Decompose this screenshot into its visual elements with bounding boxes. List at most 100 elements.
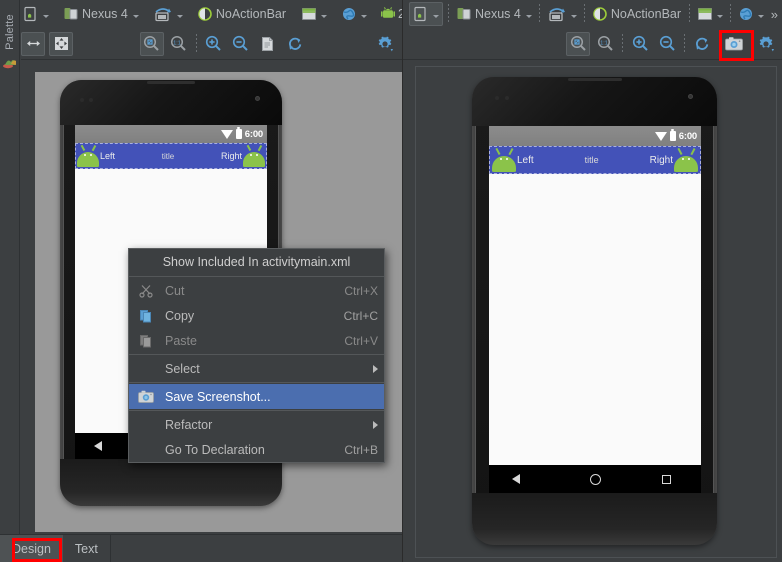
menu-item-save-screenshot[interactable]: Save Screenshot... [129,384,384,409]
zoom-to-fit-button[interactable] [139,31,164,56]
settings-button[interactable] [373,32,397,56]
menu-item-copy-accel: Ctrl+C [343,308,378,323]
zoom-out-icon [232,35,248,51]
tab-design[interactable]: Design [0,535,63,562]
menu-item-select[interactable]: Select [129,356,384,381]
nexus-device-icon [457,8,471,20]
android-robot-icon [381,7,396,18]
menu-item-refactor-label: Refactor [165,417,213,432]
app-action-bar[interactable]: Left title Right [489,146,701,174]
app-action-bar[interactable]: Left title Right [75,143,267,169]
activity-selector[interactable] [299,2,329,26]
snap-to-grid-button[interactable] [49,31,73,56]
theme-selector[interactable]: NoActionBar [195,2,289,26]
chevron-down-icon [525,14,532,18]
menu-item-refactor[interactable]: Refactor [129,412,384,437]
context-menu[interactable]: Show Included In activitymain.xml Cut Ct… [128,248,385,463]
right-toolbar-row-1: Nexus 4 NoActionBar » [403,0,782,28]
tab-text-label: Text [74,541,98,556]
refresh-button[interactable] [283,32,307,56]
refresh-button[interactable] [690,32,714,56]
device-config-icon-button[interactable] [409,2,443,26]
arrows-horizontal-icon [26,40,40,47]
toolbar-separator [538,4,540,24]
chevron-down-icon [321,14,328,18]
menu-item-paste[interactable]: Paste Ctrl+V [129,328,384,353]
device-selector[interactable]: Nexus 4 [61,2,141,26]
device-selector[interactable]: Nexus 4 [454,2,534,26]
nexus-device-icon [64,8,78,20]
zoom-out-button[interactable] [655,32,679,56]
orientation-selector[interactable] [545,2,579,26]
tab-bar-filler [111,535,403,562]
chevron-down-icon [758,14,765,18]
menu-item-go-to-declaration-label: Go To Declaration [165,442,265,457]
toolbar-separator [730,4,732,24]
settings-button[interactable] [754,32,778,56]
back-icon[interactable] [94,440,111,452]
menu-separator [129,382,384,383]
api-level-selector[interactable]: 23 [379,2,403,26]
context-menu-header[interactable]: Show Included In activitymain.xml [129,249,384,275]
action-bar-title-label: title [161,151,175,161]
menu-item-copy[interactable]: Copy Ctrl+C [129,303,384,328]
zoom-in-button[interactable] [202,32,226,56]
zoom-actual-size-button[interactable]: 1:1 [593,32,617,56]
wifi-icon [220,129,233,139]
zoom-1to1-icon: 1:1 [170,35,186,51]
toolbar-separator [583,4,585,24]
context-menu-header-label: Show Included In activitymain.xml [162,255,351,269]
app-content-area[interactable] [489,174,701,465]
save-screenshot-button[interactable] [722,32,746,56]
home-icon[interactable] [589,473,601,485]
menu-item-select-icon-slot [135,361,157,377]
zoom-in-icon [205,35,221,51]
toolbar-overflow-button[interactable]: » [771,7,782,22]
zoom-out-button[interactable] [229,32,253,56]
theme-contrast-icon [198,7,212,21]
toolbar-separator [195,33,197,54]
app-preview-screen-right: 6:00 Left title Right [489,126,701,493]
locale-selector[interactable] [339,2,369,26]
activity-selector[interactable] [695,2,725,26]
left-toolbar-row-2: 1:1 [21,28,403,60]
recents-icon[interactable] [661,474,671,484]
zoom-out-icon [659,35,675,51]
panel-splitter[interactable] [402,0,403,562]
action-bar-right-label: Right [220,151,242,161]
menu-item-go-to-declaration[interactable]: Go To Declaration Ctrl+B [129,437,384,462]
right-design-canvas[interactable]: 6:00 Left title Right [415,66,777,558]
document-button[interactable] [256,32,280,56]
refresh-icon [288,37,301,50]
zoom-1to1-icon: 1:1 [597,35,613,51]
zoom-to-fit-button[interactable] [566,31,590,56]
android-status-bar: 6:00 [489,126,701,146]
chevron-down-icon [717,14,724,18]
theme-selector[interactable]: NoActionBar [590,2,684,26]
menu-item-refactor-icon-slot [135,417,157,433]
action-bar-left-label: Left [100,151,116,161]
svg-text:1:1: 1:1 [173,40,181,46]
camera-icon [725,37,743,51]
menu-item-cut[interactable]: Cut Ctrl+X [129,278,384,303]
tab-design-label: Design [12,541,51,556]
palette-label: Palette [4,14,16,50]
activity-layout-icon [698,8,712,20]
zoom-actual-size-button[interactable]: 1:1 [167,32,191,56]
back-icon[interactable] [511,473,529,485]
zoom-in-button[interactable] [628,32,652,56]
globe-icon [740,8,753,20]
chevron-down-icon [361,14,368,18]
device-screen-icon [414,6,426,22]
svg-text:1:1: 1:1 [600,40,608,46]
right-toolbar-row-2: 1:1 [403,28,782,60]
tab-text[interactable]: Text [63,535,110,562]
palette-rail[interactable]: Palette [0,0,20,562]
theme-selector-label: NoActionBar [215,7,287,21]
locale-selector[interactable] [736,2,766,26]
distribute-horizontal-button[interactable] [21,31,45,56]
orientation-selector[interactable] [151,2,185,26]
android-navigation-bar[interactable] [489,465,701,493]
device-config-icon-button[interactable] [21,2,51,26]
refresh-icon [696,37,709,50]
